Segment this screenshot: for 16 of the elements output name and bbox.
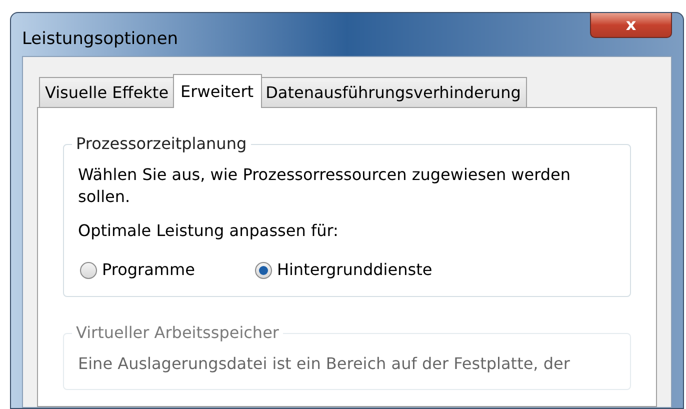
radio-option[interactable]: Programme (80, 258, 195, 282)
description-text: Wählen Sie aus, wie Prozessorressourcen zugewiesen werden sollen. (78, 164, 572, 208)
tab[interactable]: Erweitert (172, 74, 262, 108)
group-title: Prozessorzeitplanung (75, 133, 248, 155)
tab[interactable]: Visuelle Effekte (39, 77, 175, 107)
description-text: Eine Auslagerungsdatei ist ein Bereich auf der Festplatte, der (78, 353, 571, 375)
tab[interactable]: Datenausführungsverhinderung (260, 77, 527, 107)
description-text: Optimale Leistung anpassen für: (78, 220, 340, 242)
window-title: Leistungsoptionen (22, 28, 178, 51)
group-title: Virtueller Arbeitsspeicher (75, 322, 280, 344)
radio-label: Programme (102, 259, 195, 281)
radio-option[interactable]: Hintergrunddienste (254, 258, 432, 282)
radio-label: Hintergrunddienste (276, 259, 432, 281)
close-button[interactable]: x (590, 13, 672, 38)
radio-button[interactable] (254, 262, 272, 278)
radio-button[interactable] (80, 262, 97, 278)
